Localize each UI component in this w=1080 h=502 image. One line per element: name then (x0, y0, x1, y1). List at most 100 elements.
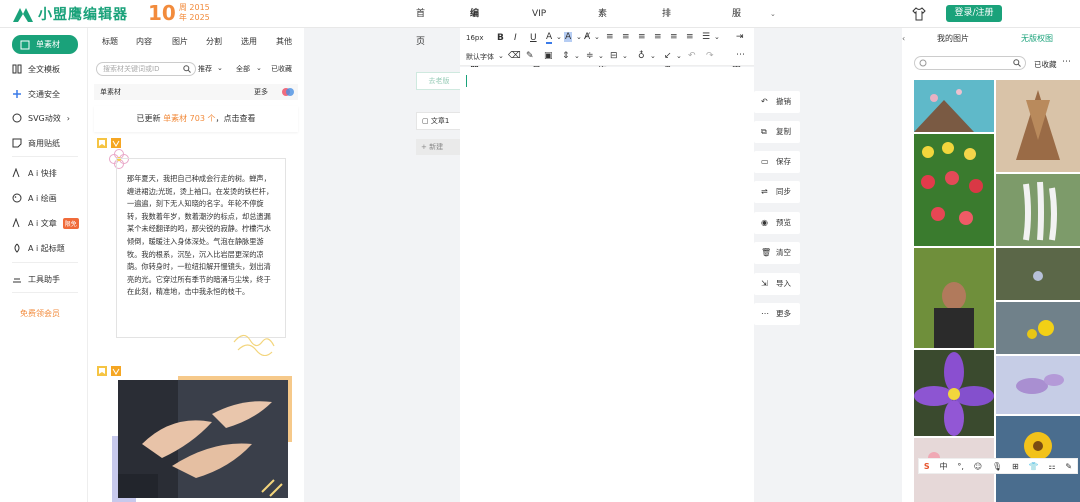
sidebar-item-ai-layout[interactable]: A i 快排 (12, 165, 57, 181)
list-icon[interactable]: ☰ (702, 32, 710, 42)
editor-canvas[interactable] (460, 67, 754, 502)
more-button[interactable]: ⋯ 更多 (754, 303, 800, 325)
clear-button[interactable]: 🗑 清空 (754, 242, 800, 264)
chevron-left-icon[interactable]: ‹ (902, 28, 910, 50)
material-card[interactable] (94, 364, 298, 502)
ime-grid-icon[interactable]: ⚏ (1048, 462, 1055, 471)
more-link[interactable]: 更多 (254, 87, 268, 97)
ime-microphone-icon[interactable]: 🎙 (992, 462, 1002, 471)
italic-icon[interactable]: I (514, 33, 517, 43)
image-thumbnail[interactable] (996, 80, 1080, 172)
align-center-icon[interactable]: ≡ (622, 32, 630, 42)
tab-content[interactable]: 内容 (136, 36, 152, 47)
new-document-button[interactable]: + 新建 (416, 139, 462, 155)
sync-button[interactable]: ⇌ 同步 (754, 181, 800, 203)
free-vip-link[interactable]: 免费领会员 (20, 308, 60, 319)
ime-chinese-mode[interactable]: 中 (940, 461, 948, 472)
sidebar-item-traffic[interactable]: 交通安全 (12, 86, 60, 102)
font-color-icon[interactable]: A (546, 32, 553, 44)
sidebar-item-ai-article[interactable]: A i 文章 限免 (12, 215, 79, 231)
sidebar-item-ai-title[interactable]: A i 起标题 (12, 240, 65, 256)
tab-my-images[interactable]: 我的图片 (914, 28, 992, 50)
bold-icon[interactable]: B (497, 33, 504, 43)
clear-format-icon[interactable]: Ⱥ (584, 32, 590, 42)
material-search-input[interactable]: 搜索材关键词或ID (96, 62, 196, 76)
login-button[interactable]: 登录/注册 (946, 5, 1002, 22)
insert-icon[interactable]: ⇥ (736, 32, 744, 42)
image-thumbnail[interactable] (914, 134, 994, 246)
arrow-icon[interactable]: ↙ (664, 51, 672, 61)
redo-icon[interactable]: ↷ (706, 51, 714, 61)
align-right-icon[interactable]: ≡ (638, 32, 646, 42)
tshirt-icon[interactable] (912, 7, 926, 21)
chevron-down-icon[interactable]: ⌄ (256, 64, 262, 72)
old-version-button[interactable]: 去老版 (416, 72, 462, 90)
undo-button[interactable]: ↶ 撤销 (754, 91, 800, 113)
image-thumbnail[interactable] (914, 248, 994, 348)
image-search-input[interactable] (914, 56, 1026, 70)
chevron-down-icon[interactable]: ⌄ (217, 64, 223, 72)
chevron-down-icon[interactable]: ⌄ (622, 52, 628, 60)
indent-icon[interactable]: ≡ (670, 32, 678, 42)
margin-icon[interactable]: ⊟ (610, 51, 618, 61)
sidebar-item-tools[interactable]: 工具助手 (12, 271, 60, 287)
tab-image[interactable]: 图片 (172, 36, 188, 47)
save-button[interactable]: ▭ 保存 (754, 151, 800, 173)
ime-logo-icon[interactable]: S (924, 462, 930, 471)
search-icon[interactable] (183, 65, 191, 73)
tab-select[interactable]: 选用 (241, 36, 257, 47)
ime-edit-icon[interactable]: ✎ (1065, 462, 1072, 471)
chevron-down-icon[interactable]: ⌄ (556, 33, 562, 41)
outdent-icon[interactable]: ≡ (686, 32, 694, 42)
chevron-down-icon[interactable]: ⌄ (714, 33, 720, 41)
import-button[interactable]: ⇲ 导入 (754, 273, 800, 295)
ime-emoji-icon[interactable]: ☺ (974, 462, 982, 471)
eraser-icon[interactable]: ⌫ (508, 51, 521, 61)
tab-divider[interactable]: 分割 (206, 36, 222, 47)
nav-home[interactable]: 首页 (416, 0, 425, 47)
nav-service[interactable]: 服务中心 (732, 0, 741, 103)
chevron-down-icon[interactable]: ⌄ (770, 0, 776, 28)
logo[interactable]: 小盟鹰编辑器 (12, 4, 128, 24)
filter-recommend[interactable]: 推荐 (198, 64, 212, 74)
tab-copyright-free[interactable]: 无版权图 (998, 28, 1076, 50)
search-icon[interactable] (1013, 59, 1021, 67)
nav-materials[interactable]: 素材库 (598, 0, 607, 75)
image-thumbnail[interactable] (996, 248, 1080, 300)
image-thumbnail[interactable] (996, 302, 1080, 354)
undo-icon[interactable]: ↶ (688, 51, 696, 61)
sidebar-item-template[interactable]: 全文模板 (12, 61, 60, 77)
chevron-down-icon[interactable]: ⌄ (594, 33, 600, 41)
underline-icon[interactable]: U (530, 33, 537, 43)
preview-button[interactable]: ◉ 预览 (754, 212, 800, 234)
collected-link[interactable]: 已收藏 (1034, 59, 1057, 70)
line-height-icon[interactable]: ⇕ (562, 51, 570, 61)
document-item[interactable]: ▢ 文章1 (416, 112, 462, 130)
nav-editor[interactable]: 编辑器 (470, 0, 479, 75)
image-icon[interactable]: ▣ (544, 51, 553, 61)
highlight-color-icon[interactable]: A (564, 32, 573, 42)
tab-heading[interactable]: 标题 (102, 36, 118, 47)
font-family-select[interactable]: 默认字体 (466, 52, 494, 62)
chevron-down-icon[interactable]: ⌄ (576, 33, 582, 41)
nav-vip[interactable]: VIP会员 (532, 0, 546, 75)
image-thumbnail[interactable] (996, 174, 1080, 246)
copy-button[interactable]: ⧉ 复制 (754, 121, 800, 143)
filter-all[interactable]: 全部 (236, 64, 250, 74)
ime-skin-icon[interactable]: 👕 (1029, 462, 1039, 471)
colorful-logo-icon[interactable] (282, 86, 294, 98)
chevron-down-icon[interactable]: ⌄ (650, 52, 656, 60)
more-icon[interactable]: ⋯ (736, 50, 745, 60)
sidebar-item-svg[interactable]: SVG动效 › (12, 110, 70, 126)
ime-punctuation-icon[interactable]: °, (957, 462, 964, 471)
material-card[interactable]: 那年夏天，我把自己种成会行走的树。蝉声，缠进裙边;光斑，烫上袖口。在发烫的铁栏杆… (94, 136, 298, 358)
sidebar-item-sticker[interactable]: 商用贴纸 (12, 135, 60, 151)
lightbulb-icon[interactable]: ♁ (638, 51, 645, 61)
chevron-down-icon[interactable]: ⌄ (676, 52, 682, 60)
align-left-icon[interactable]: ≡ (606, 32, 614, 42)
sidebar-item-ai-draw[interactable]: A i 绘画 (12, 190, 57, 206)
nav-course[interactable]: 排版课堂 (662, 0, 671, 103)
justify-icon[interactable]: ≡ (654, 32, 662, 42)
spacing-icon[interactable]: ≑ (586, 51, 594, 61)
bookmark-icon[interactable] (96, 137, 108, 149)
